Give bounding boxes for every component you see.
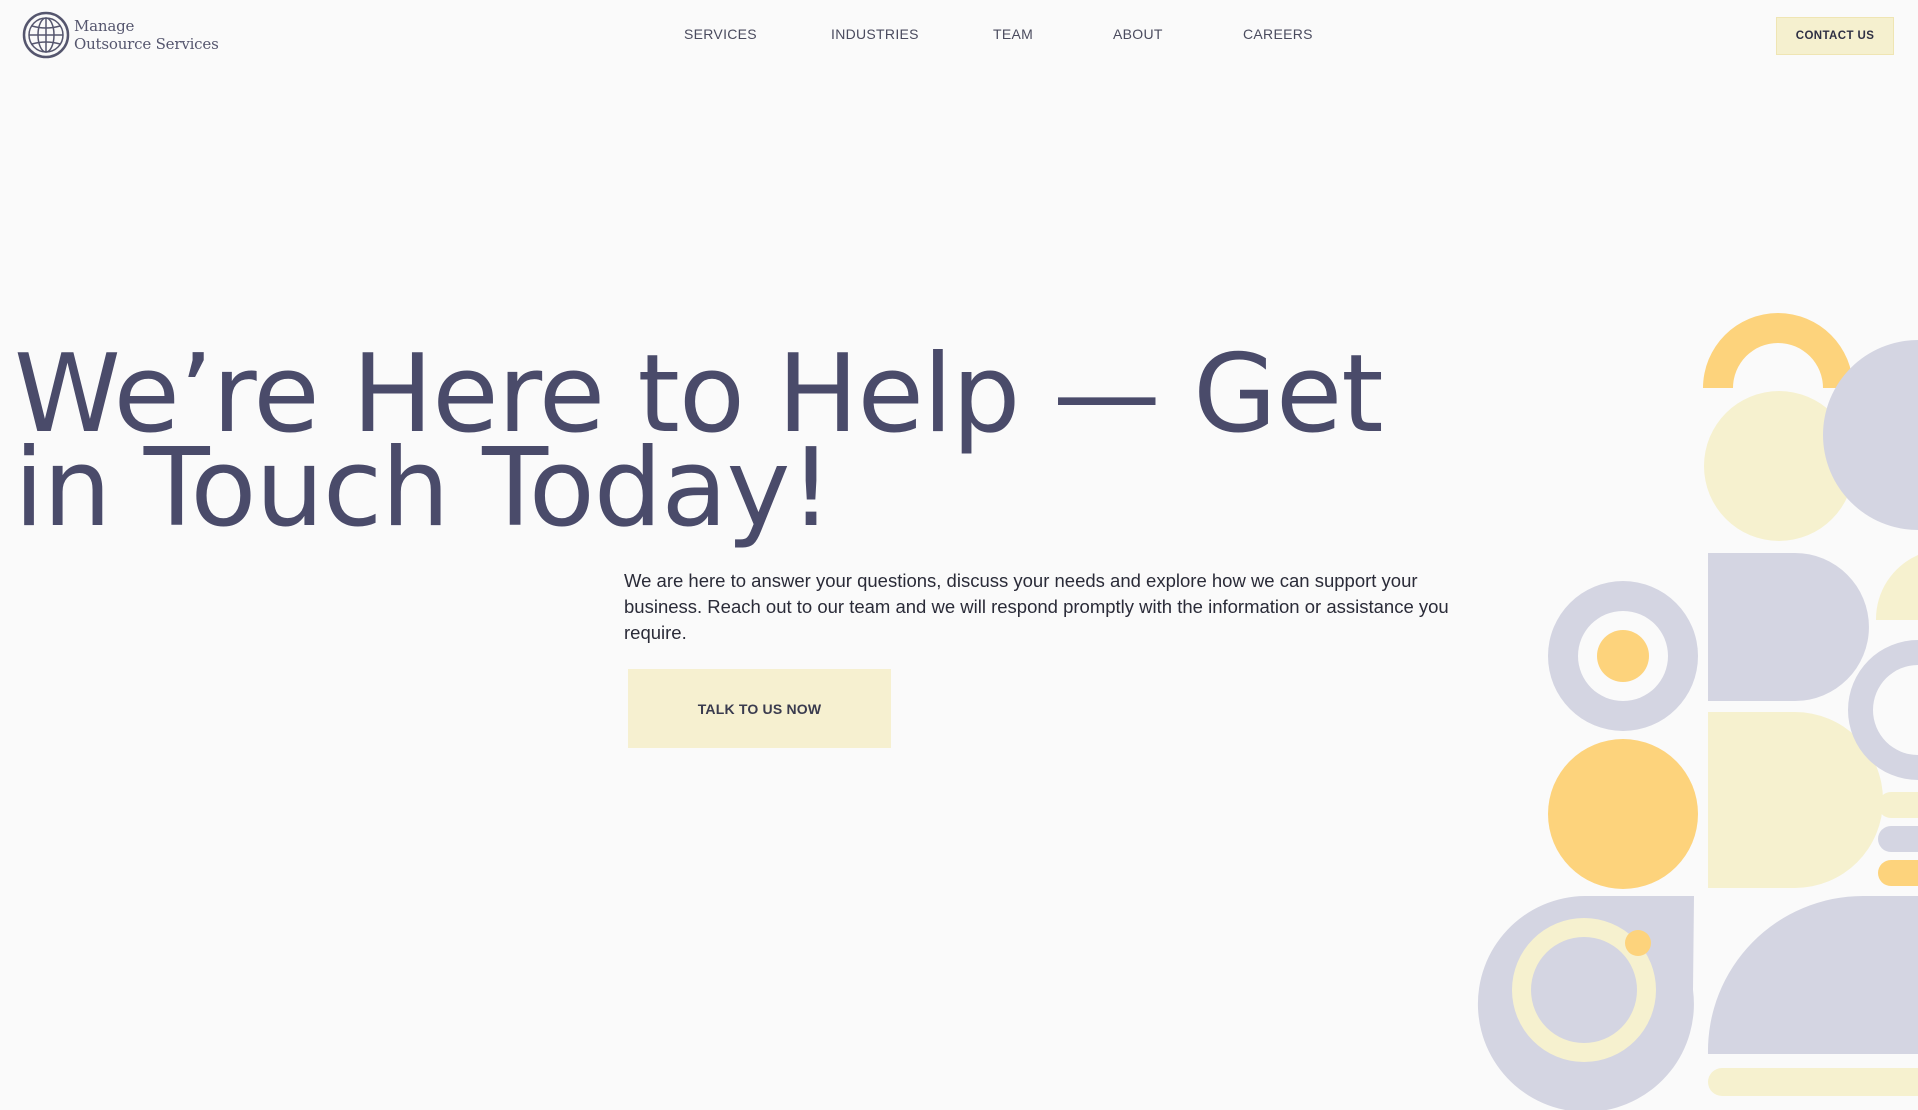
nav-industries[interactable]: INDUSTRIES	[831, 26, 919, 42]
nav-team[interactable]: TEAM	[993, 26, 1033, 42]
nav-services[interactable]: SERVICES	[684, 26, 757, 42]
nav-about[interactable]: ABOUT	[1113, 26, 1163, 42]
decorative-shapes-illustration	[1477, 313, 1918, 1110]
talk-to-us-button[interactable]: TALK TO US NOW	[628, 669, 891, 748]
main-nav: SERVICES INDUSTRIES TEAM ABOUT CAREERS	[0, 26, 1918, 46]
page: Manage Outsource Services SERVICES INDUS…	[0, 0, 1918, 1110]
hero-description: We are here to answer your questions, di…	[624, 570, 1449, 643]
contact-us-button[interactable]: CONTACT US	[1776, 17, 1894, 55]
hero-title: We’re Here to Help — Get in Touch Today!	[14, 332, 1384, 551]
nav-careers[interactable]: CAREERS	[1243, 26, 1313, 42]
